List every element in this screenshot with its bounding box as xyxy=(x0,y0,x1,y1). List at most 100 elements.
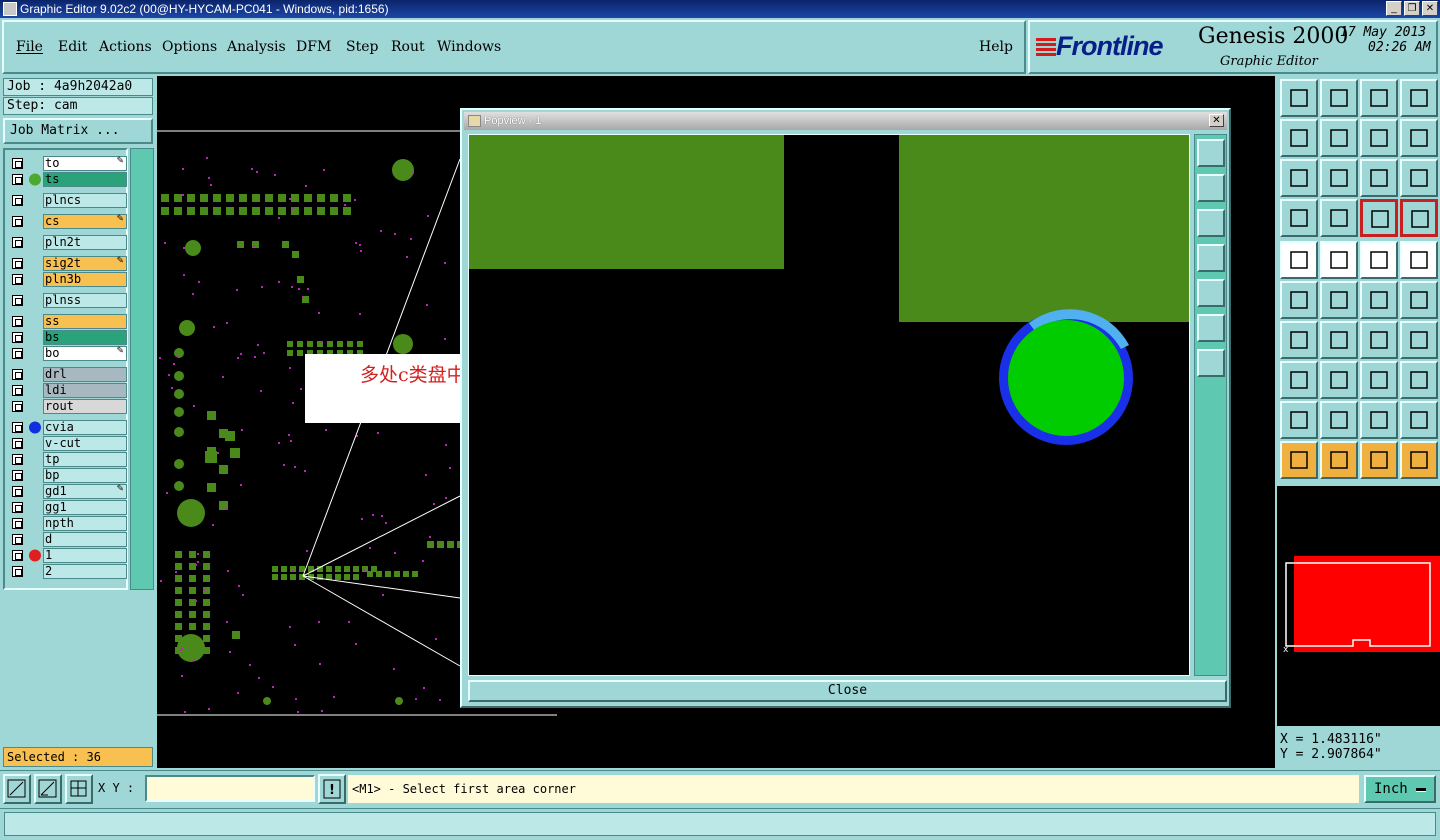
layer-row[interactable]: drl xyxy=(9,367,127,382)
layer-name[interactable]: plnss xyxy=(43,293,127,308)
layer-checkbox[interactable] xyxy=(12,348,23,359)
layer-checkbox[interactable] xyxy=(12,566,23,577)
next-icon[interactable] xyxy=(1320,119,1358,157)
layer-checkbox[interactable] xyxy=(12,502,23,513)
layer-row[interactable]: npth xyxy=(9,516,127,531)
layer-name[interactable]: d xyxy=(43,532,127,547)
home-icon[interactable] xyxy=(1360,79,1398,117)
last-view-icon[interactable] xyxy=(1320,79,1358,117)
layer-row[interactable]: to ✎ xyxy=(9,156,127,171)
delete-icon[interactable] xyxy=(1320,281,1358,319)
triangle-alt-icon[interactable] xyxy=(1320,401,1358,439)
popview-close-button[interactable]: Close xyxy=(468,680,1227,702)
move-point-icon[interactable] xyxy=(1360,281,1398,319)
layer-checkbox[interactable] xyxy=(12,195,23,206)
unit-selector[interactable]: Inch xyxy=(1364,775,1436,803)
layer-row[interactable]: v-cut xyxy=(9,436,127,451)
first-view-icon[interactable] xyxy=(1280,79,1318,117)
layer-name[interactable]: bp xyxy=(43,468,127,483)
dash-icon[interactable] xyxy=(1320,361,1358,399)
layer-name[interactable]: drl xyxy=(43,367,127,382)
dimension-icon[interactable] xyxy=(1360,361,1398,399)
layer-row[interactable]: bs xyxy=(9,330,127,345)
popview-pan-down-icon[interactable] xyxy=(1197,209,1225,237)
layer-checkbox[interactable] xyxy=(12,486,23,497)
layer-checkbox[interactable] xyxy=(12,295,23,306)
prev-icon[interactable] xyxy=(1280,119,1318,157)
layer-checkbox[interactable] xyxy=(12,385,23,396)
layer-name[interactable]: bo xyxy=(43,346,127,361)
layer-name[interactable]: ts xyxy=(43,172,127,187)
layer-name[interactable]: 1 xyxy=(43,548,127,563)
menu-rout[interactable]: Rout xyxy=(391,39,425,55)
popview-canvas[interactable] xyxy=(468,134,1190,676)
layer-name[interactable]: cvia xyxy=(43,420,127,435)
layer-checkbox[interactable] xyxy=(12,470,23,481)
layer-name[interactable]: cs xyxy=(43,214,127,229)
layer-name[interactable]: ldi xyxy=(43,383,127,398)
layer-name[interactable]: gd1 xyxy=(43,484,127,499)
layer-scrollbar[interactable] xyxy=(130,148,154,590)
layer-checkbox[interactable] xyxy=(12,158,23,169)
alert-icon[interactable]: ! xyxy=(318,774,346,804)
close-window-button[interactable]: ✕ xyxy=(1422,1,1438,16)
layer-checkbox[interactable] xyxy=(12,237,23,248)
route-icon[interactable] xyxy=(1400,441,1438,479)
fit-icon[interactable] xyxy=(1280,159,1318,197)
help-icon[interactable] xyxy=(1400,159,1438,197)
layer-name[interactable]: tp xyxy=(43,452,127,467)
layer-row[interactable]: bo ✎ xyxy=(9,346,127,361)
center-icon[interactable] xyxy=(1320,159,1358,197)
layer-row[interactable]: ldi xyxy=(9,383,127,398)
menu-step[interactable]: Step xyxy=(346,39,378,55)
group-icon[interactable] xyxy=(1400,361,1438,399)
layer-name[interactable]: to xyxy=(43,156,127,171)
layer-row[interactable]: tp xyxy=(9,452,127,467)
popview-close-icon[interactable]: ✕ xyxy=(1209,114,1224,127)
menu-file[interactable]: File xyxy=(16,39,43,55)
traffic-light-icon[interactable] xyxy=(1360,199,1398,237)
layer-row[interactable]: gd1 ✎ xyxy=(9,484,127,499)
layer-name[interactable]: gg1 xyxy=(43,500,127,515)
traffic-light-alt-icon[interactable] xyxy=(1400,199,1438,237)
angle-icon[interactable] xyxy=(1280,321,1318,359)
grid-snap-icon[interactable] xyxy=(65,774,93,804)
pointer-box-alt-icon[interactable] xyxy=(1360,441,1398,479)
menu-dfm[interactable]: DFM xyxy=(296,39,331,55)
rotate-icon[interactable] xyxy=(1360,321,1398,359)
layer-checkbox[interactable] xyxy=(12,332,23,343)
pad-icon[interactable] xyxy=(1400,241,1438,279)
layer-checkbox[interactable] xyxy=(12,274,23,285)
menu-analysis[interactable]: Analysis xyxy=(227,39,286,55)
layer-checkbox[interactable] xyxy=(12,401,23,412)
fuse-icon[interactable] xyxy=(1400,321,1438,359)
layer-row[interactable]: 2 xyxy=(9,564,127,579)
layer-name[interactable]: rout xyxy=(43,399,127,414)
pointer-icon[interactable] xyxy=(1280,441,1318,479)
layer-row[interactable]: cvia xyxy=(9,420,127,435)
layer-row[interactable]: sig2t ✎ xyxy=(9,256,127,271)
layer-checkbox[interactable] xyxy=(12,216,23,227)
layer-checkbox[interactable] xyxy=(12,422,23,433)
split-view-icon[interactable] xyxy=(1400,79,1438,117)
zoom-area-icon[interactable] xyxy=(3,774,31,804)
layer-row[interactable]: rout xyxy=(9,399,127,414)
layer-name[interactable]: npth xyxy=(43,516,127,531)
layer-row[interactable]: bp xyxy=(9,468,127,483)
layer-name[interactable]: bs xyxy=(43,330,127,345)
layer-name[interactable]: 2 xyxy=(43,564,127,579)
job-matrix-button[interactable]: Job Matrix ... xyxy=(3,118,153,144)
menu-actions[interactable]: Actions xyxy=(99,39,152,55)
triangle-box-icon[interactable] xyxy=(1360,401,1398,439)
popview-pan-right-icon[interactable] xyxy=(1197,279,1225,307)
layer-name[interactable]: sig2t xyxy=(43,256,127,271)
menu-help[interactable]: Help xyxy=(979,39,1013,55)
layer-name[interactable]: plncs xyxy=(43,193,127,208)
layer-checkbox[interactable] xyxy=(12,369,23,380)
popview-pan-up-icon[interactable] xyxy=(1197,174,1225,202)
layer-name[interactable]: pln3b xyxy=(43,272,127,287)
measure-icon[interactable] xyxy=(34,774,62,804)
line-icon[interactable] xyxy=(1320,321,1358,359)
menu-edit[interactable]: Edit xyxy=(58,39,87,55)
layer-checkbox[interactable] xyxy=(12,438,23,449)
